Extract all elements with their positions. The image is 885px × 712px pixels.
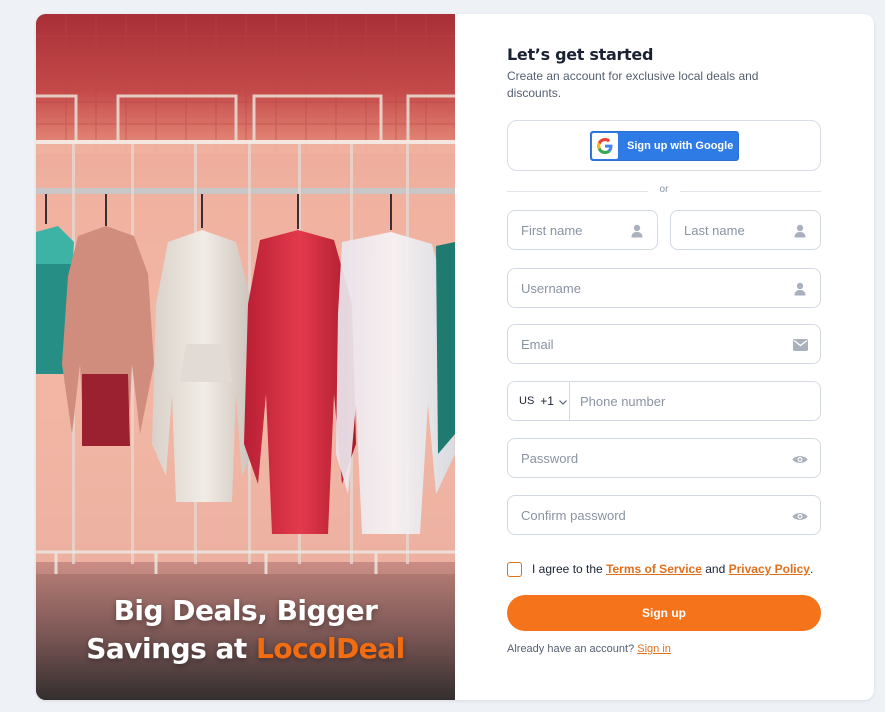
terms-of-service-link[interactable]: Terms of Service	[606, 562, 702, 576]
google-signup-container: Sign up with Google	[507, 120, 821, 171]
email-field[interactable]	[507, 324, 821, 364]
divider-line-right	[680, 191, 821, 192]
privacy-policy-link[interactable]: Privacy Policy	[729, 562, 810, 576]
confirm-password-input[interactable]	[521, 496, 787, 534]
google-signup-button[interactable]: Sign up with Google	[590, 131, 739, 161]
form-subheading: Create an account for exclusive local de…	[507, 69, 759, 100]
signup-card: Big Deals, Bigger Savings at LocolDeal L…	[36, 14, 874, 700]
mail-icon	[792, 337, 808, 353]
signin-prompt: Already have an account? Sign in	[507, 643, 671, 655]
country-code: US	[519, 395, 535, 407]
signin-link[interactable]: Sign in	[637, 643, 671, 655]
last-name-input[interactable]	[684, 211, 787, 249]
divider-label: or	[659, 184, 669, 195]
user-icon	[792, 223, 808, 239]
signup-button[interactable]: Sign up	[507, 595, 821, 631]
user-icon	[629, 223, 645, 239]
dial-code: +1	[540, 394, 554, 408]
hero-headline-prefix: Savings at	[86, 632, 257, 665]
username-field[interactable]	[507, 268, 821, 308]
phone-field[interactable]: US +1	[507, 381, 821, 421]
or-divider: or	[507, 184, 821, 198]
hero-headline-line2: Savings at LocolDeal	[36, 630, 455, 668]
hero-panel: Big Deals, Bigger Savings at LocolDeal	[36, 14, 455, 700]
chevron-down-icon	[559, 394, 567, 408]
terms-consent-text: I agree to the Terms of Service and Priv…	[532, 562, 813, 576]
signin-prompt-text: Already have an account?	[507, 643, 638, 655]
hero-headline-line1: Big Deals, Bigger	[113, 594, 378, 627]
password-input[interactable]	[521, 439, 787, 477]
form-heading: Let’s get started	[507, 45, 654, 64]
consent-suffix: .	[809, 562, 814, 576]
email-input[interactable]	[521, 325, 787, 363]
username-input[interactable]	[521, 269, 787, 307]
terms-checkbox[interactable]	[507, 561, 522, 577]
hero-headline: Big Deals, Bigger Savings at LocolDeal	[36, 592, 455, 668]
phone-number-input[interactable]	[580, 382, 810, 420]
confirm-password-field[interactable]	[507, 495, 821, 535]
password-field[interactable]	[507, 438, 821, 478]
terms-consent: I agree to the Terms of Service and Priv…	[507, 560, 821, 578]
eye-icon[interactable]	[792, 451, 808, 467]
eye-icon[interactable]	[792, 508, 808, 524]
last-name-field[interactable]	[670, 210, 821, 250]
brand-name: LocolDeal	[256, 632, 405, 665]
first-name-input[interactable]	[521, 211, 624, 249]
user-icon	[792, 281, 808, 297]
first-name-field[interactable]	[507, 210, 658, 250]
consent-and: and	[701, 562, 729, 576]
google-icon	[592, 133, 618, 159]
consent-prefix: I agree to the	[532, 562, 607, 576]
google-signup-label: Sign up with Google	[627, 140, 734, 152]
country-code-select[interactable]: US +1	[508, 382, 570, 420]
